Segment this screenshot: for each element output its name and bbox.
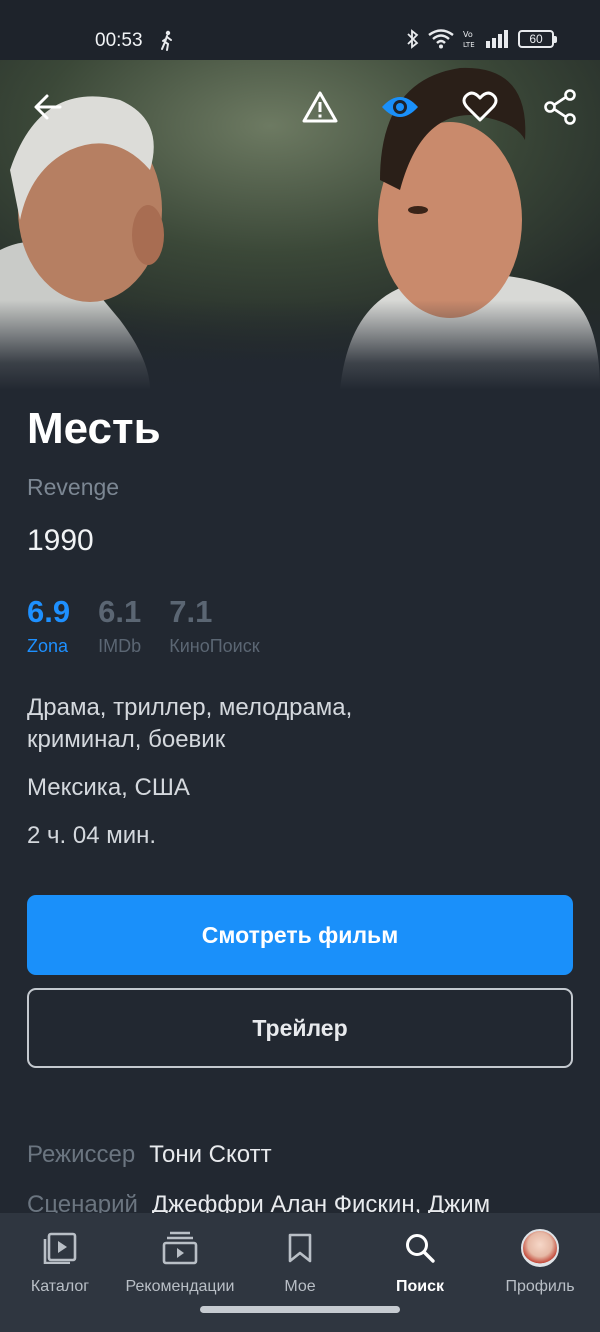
credit-label: Режиссер (27, 1141, 136, 1168)
hero-backdrop (0, 60, 600, 390)
search-icon (406, 1234, 435, 1263)
rating-imdb: 6.1 IMDb (98, 594, 141, 657)
rating-zona: 6.9 Zona (27, 594, 70, 657)
nav-label: Профиль (505, 1278, 575, 1295)
watch-movie-button[interactable]: Смотреть фильм (27, 895, 573, 975)
trailer-button[interactable]: Трейлер (27, 988, 573, 1068)
volte-icon: Vo LTE (463, 30, 475, 49)
report-warning-icon (302, 91, 338, 123)
favorite-heart-icon (462, 91, 498, 122)
duration: 2 ч. 04 мин. (27, 822, 157, 849)
nav-item-search[interactable]: Поиск (360, 1213, 480, 1332)
credit-row-director: Режиссер Тони Скотт (27, 1130, 587, 1180)
report-button[interactable] (300, 87, 340, 127)
home-indicator[interactable] (200, 1306, 400, 1313)
share-icon (544, 89, 576, 125)
rating-kinopoisk: 7.1 КиноПоиск (169, 594, 259, 657)
genres: Драма, триллер, мелодрама, криминал, бое… (27, 694, 353, 753)
movie-details-screen: 00:53 Vo LTE 60 Месть Revenge 1990 6.9 Z… (0, 0, 600, 1332)
signal-icon (486, 30, 508, 48)
release-year: 1990 (27, 524, 94, 557)
ratings: 6.9 Zona 6.1 IMDb 7.1 КиноПоиск (27, 594, 260, 657)
credit-value[interactable]: Тони Скотт (149, 1141, 271, 1169)
back-button[interactable] (28, 87, 68, 127)
watched-button[interactable] (380, 87, 420, 127)
rating-source: КиноПоиск (169, 636, 260, 656)
svg-text:LTE: LTE (463, 41, 475, 49)
catalog-icon (43, 1232, 77, 1264)
nav-item-catalog[interactable]: Каталог (0, 1213, 120, 1332)
nav-item-profile[interactable]: Профиль (480, 1213, 600, 1332)
status-icons: Vo LTE 60 (406, 29, 557, 49)
avatar (521, 1229, 559, 1267)
movie-title: Месть (27, 404, 161, 453)
rating-value: 7.1 (169, 594, 213, 629)
status-bar: 00:53 Vo LTE 60 (0, 0, 600, 60)
rating-value: 6.1 (98, 594, 142, 629)
walking-icon (161, 30, 172, 51)
nav-item-mine[interactable]: Мое (240, 1213, 360, 1332)
nav-item-recommendations[interactable]: Рекомендации (120, 1213, 240, 1332)
nav-label: Каталог (30, 1278, 90, 1295)
nav-label: Рекомендации (125, 1278, 235, 1295)
original-title: Revenge (27, 474, 120, 500)
share-button[interactable] (540, 87, 580, 127)
bookmark-icon (288, 1233, 312, 1263)
rating-source: Zona (27, 636, 69, 656)
wifi-icon (428, 29, 454, 49)
bluetooth-icon (407, 29, 419, 49)
hero-gradient (0, 300, 600, 390)
battery-icon: 60 (518, 30, 557, 48)
nav-label: Мое (284, 1278, 316, 1295)
recommendations-icon (162, 1231, 198, 1265)
watched-eye-icon (382, 97, 418, 117)
favorite-button[interactable] (460, 87, 500, 127)
rating-value: 6.9 (27, 594, 71, 629)
countries: Мексика, США (27, 774, 190, 801)
nav-label: Поиск (395, 1278, 444, 1295)
rating-source: IMDb (98, 636, 142, 656)
status-time: 00:53 (95, 30, 143, 51)
bottom-nav: Каталог Рекомендации Мое Поиск Профиль (0, 1213, 600, 1332)
back-arrow-icon (34, 94, 62, 120)
svg-text:Vo: Vo (463, 30, 473, 39)
